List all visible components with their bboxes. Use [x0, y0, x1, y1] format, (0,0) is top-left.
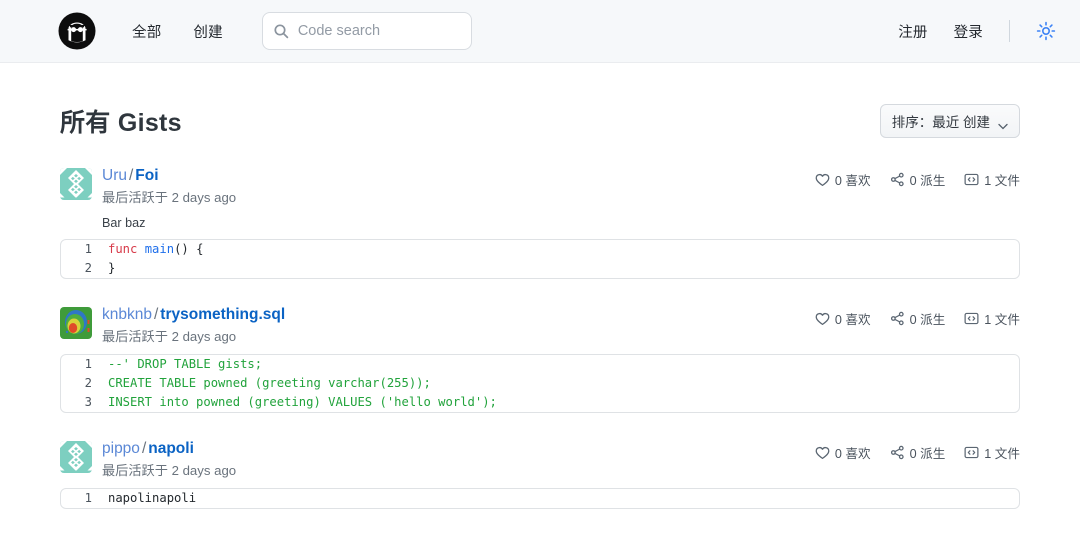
gist-forks-stat[interactable]: 0 派生	[890, 443, 946, 462]
line-number: 1	[61, 355, 101, 374]
gist-stars-label: 0 喜欢	[835, 443, 871, 462]
search-input[interactable]	[298, 23, 461, 39]
avatar[interactable]	[60, 441, 92, 473]
gist-updated-time: 最后活跃于 2 days ago	[102, 462, 236, 479]
gist-updated-time: 最后活跃于 2 days ago	[102, 189, 236, 206]
gist-cat-logo-icon[interactable]	[58, 12, 96, 50]
code-file-icon	[964, 172, 979, 187]
line-number: 1	[61, 240, 101, 259]
header-divider	[1009, 20, 1010, 42]
code-text: --' DROP TABLE gists;	[101, 355, 262, 374]
gist-description: Bar baz	[102, 216, 1020, 230]
code-line: 3INSERT into powned (greeting) VALUES ('…	[61, 393, 1019, 412]
site-header: 全部 创建 注册 登录	[0, 0, 1080, 63]
code-line: 1napolinapoli	[61, 489, 1019, 508]
line-number: 2	[61, 374, 101, 393]
chevron-down-icon	[998, 118, 1008, 125]
page-header: 所有 Gists 排序：最近 创建	[60, 63, 1020, 139]
gist-stats: 0 喜欢 0 派生	[815, 439, 1020, 462]
gist-stars-stat[interactable]: 0 喜欢	[815, 170, 871, 189]
page-container: 所有 Gists 排序：最近 创建 Uru/Foi	[0, 63, 1080, 509]
code-line: 2}	[61, 259, 1019, 278]
heart-icon	[815, 312, 830, 326]
gist-item: Uru/Foi 最后活跃于 2 days ago 0 喜欢	[60, 166, 1020, 279]
gist-item: pippo/napoli 最后活跃于 2 days ago 0 喜欢	[60, 439, 1020, 509]
gist-owner-link[interactable]: pippo	[102, 440, 140, 457]
code-snippet[interactable]: 1napolinapoli	[60, 488, 1020, 509]
gist-title: knbknb/trysomething.sql	[102, 305, 285, 324]
gist-header-row: Uru/Foi 最后活跃于 2 days ago 0 喜欢	[60, 166, 1020, 206]
gist-header-row: pippo/napoli 最后活跃于 2 days ago 0 喜欢	[60, 439, 1020, 479]
gist-name-link[interactable]: trysomething.sql	[160, 306, 285, 323]
nav-all[interactable]: 全部	[132, 21, 161, 42]
line-number: 1	[61, 489, 101, 508]
gist-stats: 0 喜欢 0 派生	[815, 305, 1020, 328]
gist-forks-label: 0 派生	[910, 309, 946, 328]
gist-stars-stat[interactable]: 0 喜欢	[815, 309, 871, 328]
gist-item: knbknb/trysomething.sql 最后活跃于 2 days ago…	[60, 305, 1020, 413]
gist-files-label: 1 文件	[984, 170, 1020, 189]
gist-meta: pippo/napoli 最后活跃于 2 days ago	[102, 439, 236, 479]
code-file-icon	[964, 311, 979, 326]
gist-title-separator: /	[140, 440, 148, 457]
code-line: 2CREATE TABLE powned (greeting varchar(2…	[61, 374, 1019, 393]
gist-files-stat[interactable]: 1 文件	[964, 309, 1020, 328]
gist-title: pippo/napoli	[102, 439, 236, 458]
code-text: CREATE TABLE powned (greeting varchar(25…	[101, 374, 431, 393]
code-text: INSERT into powned (greeting) VALUES ('h…	[101, 393, 497, 412]
gist-files-stat[interactable]: 1 文件	[964, 443, 1020, 462]
line-number: 3	[61, 393, 101, 412]
gist-header-row: knbknb/trysomething.sql 最后活跃于 2 days ago…	[60, 305, 1020, 345]
gist-stats: 0 喜欢 0 派生	[815, 166, 1020, 189]
gist-list: Uru/Foi 最后活跃于 2 days ago 0 喜欢	[60, 166, 1020, 509]
gist-stars-label: 0 喜欢	[835, 170, 871, 189]
line-number: 2	[61, 259, 101, 278]
gist-name-link[interactable]: Foi	[135, 167, 158, 184]
code-snippet[interactable]: 1func main() {2}	[60, 239, 1020, 279]
header-actions: 注册 登录	[898, 20, 1056, 42]
fork-icon	[890, 311, 905, 326]
gist-files-label: 1 文件	[984, 309, 1020, 328]
heart-icon	[815, 173, 830, 187]
code-text: }	[101, 259, 115, 278]
gist-forks-stat[interactable]: 0 派生	[890, 170, 946, 189]
gist-name-link[interactable]: napoli	[148, 440, 194, 457]
gist-owner-link[interactable]: knbknb	[102, 306, 152, 323]
heart-icon	[815, 446, 830, 460]
fork-icon	[890, 172, 905, 187]
gist-stars-label: 0 喜欢	[835, 309, 871, 328]
sort-dropdown-label: 排序：最近 创建	[892, 111, 990, 131]
gist-title: Uru/Foi	[102, 166, 236, 185]
signin-link[interactable]: 登录	[954, 21, 983, 42]
code-snippet[interactable]: 1--' DROP TABLE gists;2CREATE TABLE pown…	[60, 354, 1020, 413]
gist-stars-stat[interactable]: 0 喜欢	[815, 443, 871, 462]
sun-icon[interactable]	[1036, 21, 1056, 41]
code-search-box[interactable]	[262, 12, 472, 50]
gist-owner-link[interactable]: Uru	[102, 167, 127, 184]
fork-icon	[890, 445, 905, 460]
avatar[interactable]	[60, 168, 92, 200]
gist-forks-label: 0 派生	[910, 170, 946, 189]
signup-link[interactable]: 注册	[898, 21, 927, 42]
gist-forks-stat[interactable]: 0 派生	[890, 309, 946, 328]
gist-updated-time: 最后活跃于 2 days ago	[102, 328, 285, 345]
avatar[interactable]	[60, 307, 92, 339]
gist-forks-label: 0 派生	[910, 443, 946, 462]
gist-files-stat[interactable]: 1 文件	[964, 170, 1020, 189]
nav-new[interactable]: 创建	[193, 21, 222, 42]
code-line: 1--' DROP TABLE gists;	[61, 355, 1019, 374]
sort-dropdown-button[interactable]: 排序：最近 创建	[880, 104, 1020, 138]
code-text: func main() {	[101, 240, 203, 259]
page-title: 所有 Gists	[60, 103, 182, 139]
search-icon	[273, 23, 289, 39]
code-text: napolinapoli	[101, 489, 196, 508]
code-line: 1func main() {	[61, 240, 1019, 259]
code-file-icon	[964, 445, 979, 460]
primary-nav: 全部 创建	[132, 21, 223, 42]
gist-files-label: 1 文件	[984, 443, 1020, 462]
gist-meta: Uru/Foi 最后活跃于 2 days ago	[102, 166, 236, 206]
gist-meta: knbknb/trysomething.sql 最后活跃于 2 days ago	[102, 305, 285, 345]
